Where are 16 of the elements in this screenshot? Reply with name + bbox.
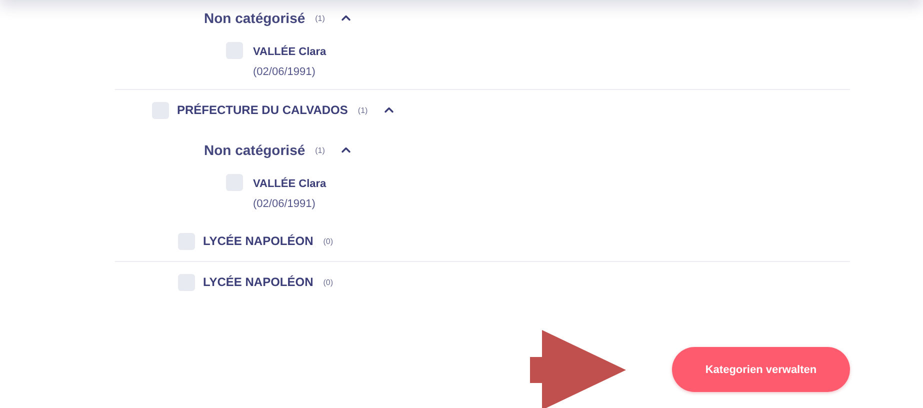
item-count: (1)	[315, 146, 325, 154]
category-name: Non catégorisé	[204, 142, 306, 158]
birth-date: (02/06/1991)	[253, 65, 316, 80]
category-name: Non catégorisé	[204, 10, 306, 26]
item-count: (0)	[323, 236, 334, 246]
person-name: VALLÉE Clara	[253, 176, 326, 192]
organization-name: LYCÉE NAPOLÉON	[203, 275, 314, 289]
item-count: (0)	[323, 278, 334, 286]
manage-categories-button[interactable]: Kategorien verwalten	[672, 347, 850, 392]
organization-name: PRÉFECTURE DU CALVADOS	[177, 103, 348, 117]
item-count: (1)	[358, 106, 368, 114]
person-name: VALLÉE Clara	[253, 44, 326, 60]
arrow-icon	[530, 330, 626, 408]
item-count: (1)	[315, 14, 325, 22]
birth-date: (02/06/1991)	[253, 197, 316, 212]
organization-name: LYCÉE NAPOLÉON	[203, 234, 314, 248]
